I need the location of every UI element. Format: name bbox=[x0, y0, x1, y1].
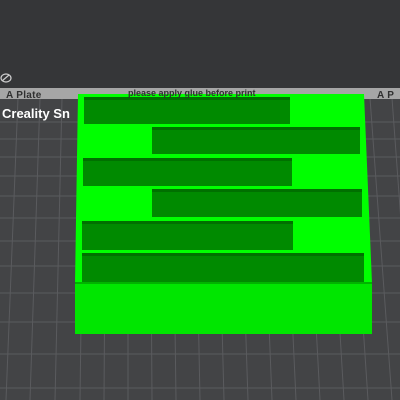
plate-notice: please apply glue before print bbox=[128, 88, 256, 98]
camera-orbit-icon[interactable] bbox=[0, 72, 14, 84]
printer-brand-label: Creality Sn bbox=[2, 106, 70, 121]
model-slot bbox=[152, 127, 360, 154]
plate-label-next[interactable]: A P bbox=[377, 90, 394, 101]
model-slot bbox=[82, 253, 364, 282]
scene bbox=[0, 88, 400, 400]
model-slot bbox=[83, 158, 292, 186]
model-slot bbox=[84, 97, 290, 124]
model-slot bbox=[152, 189, 362, 217]
plate-label[interactable]: A Plate bbox=[6, 90, 42, 101]
model-front-face bbox=[75, 283, 372, 334]
model-green-block[interactable] bbox=[75, 94, 372, 334]
3d-viewport[interactable]: A Plate please apply glue before print A… bbox=[0, 0, 400, 400]
model-slot bbox=[82, 221, 293, 250]
